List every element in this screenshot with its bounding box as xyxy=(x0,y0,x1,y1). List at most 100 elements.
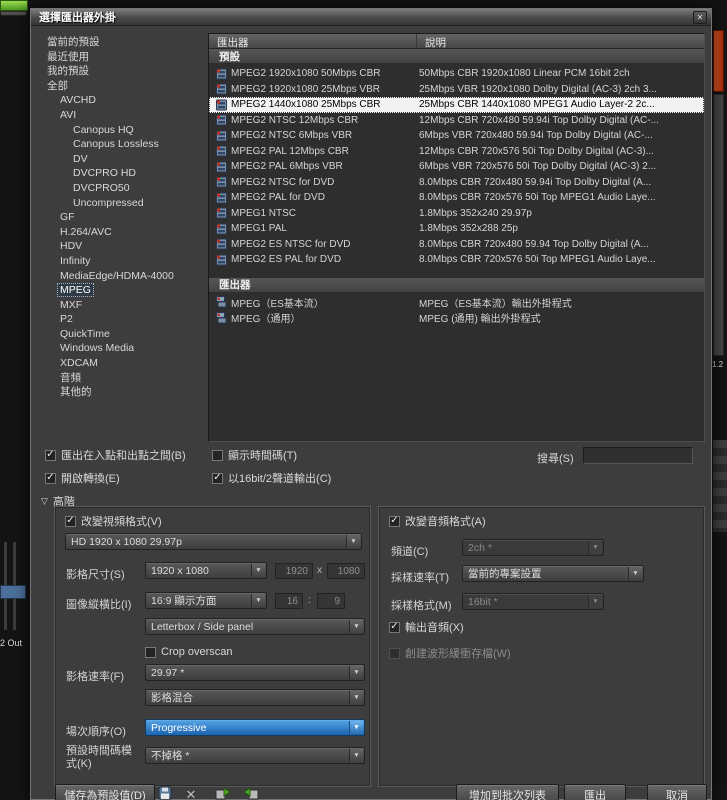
tree-item[interactable]: H.264/AVC xyxy=(39,225,205,240)
tree-item[interactable]: HDV xyxy=(39,239,205,254)
tree-item[interactable]: AVCHD xyxy=(39,93,205,108)
checkbox-box: ✓ xyxy=(45,450,56,461)
preset-row[interactable]: MPEG2 ES PAL for DVD 8.0Mbps CBR 720x576… xyxy=(209,252,704,268)
tree-item[interactable]: Windows Media xyxy=(39,341,205,356)
tree-item[interactable]: 全部 xyxy=(39,79,205,94)
save-disk-button[interactable] xyxy=(153,785,177,800)
checkbox-output-16bit-2ch[interactable]: ✓ 以16bit/2聲道輸出(C) xyxy=(212,471,331,485)
tree-item[interactable]: XDCAM xyxy=(39,356,205,371)
frame-width-field: 1920 xyxy=(275,563,313,579)
tree-item[interactable]: 最近使用 xyxy=(39,50,205,65)
preset-row[interactable]: MPEG1 NTSC 1.8Mbps 352x240 29.97p xyxy=(209,206,704,222)
tree-item[interactable]: 當前的預設 xyxy=(39,35,205,50)
tree-item[interactable]: DVCPRO50 xyxy=(39,181,205,196)
sample-format-combo[interactable]: 16bit * ▼ xyxy=(462,593,604,610)
chevron-down-icon: ▼ xyxy=(588,595,602,608)
tree-item-label: Uncompressed xyxy=(71,197,146,209)
tree-item-label: P2 xyxy=(58,313,75,325)
close-button[interactable]: ✕ xyxy=(693,11,707,24)
chevron-down-icon: ▼ xyxy=(349,749,363,762)
video-format-preset-combo[interactable]: HD 1920 x 1080 29.97p ▼ xyxy=(65,533,362,550)
search-input[interactable] xyxy=(583,447,693,464)
preset-row[interactable]: MPEG2 ES NTSC for DVD 8.0Mbps CBR 720x48… xyxy=(209,237,704,253)
tree-item[interactable]: 我的預設 xyxy=(39,64,205,79)
aspect-ratio-combo[interactable]: 16:9 顯示方面 ▼ xyxy=(145,592,267,609)
frame-size-combo[interactable]: 1920 x 1080 ▼ xyxy=(145,562,267,579)
tree-item-label: QuickTime xyxy=(58,328,112,340)
delete-preset-button[interactable]: ✕ xyxy=(179,785,203,800)
preset-row[interactable]: MPEG2 PAL 12Mbps CBR 12Mbps CBR 720x576 … xyxy=(209,144,704,160)
preset-row[interactable]: MPEG1 PAL 1.8Mbps 352x288 25p xyxy=(209,221,704,237)
dialog-titlebar[interactable]: 選擇匯出器外掛 ✕ xyxy=(31,9,711,26)
chevron-down-icon: ▼ xyxy=(346,535,360,548)
tree-item-label: H.264/AVC xyxy=(58,226,114,238)
check-icon: ✓ xyxy=(46,450,54,460)
timeline-clip[interactable] xyxy=(0,0,28,11)
preset-name: MPEG1 PAL xyxy=(231,223,287,234)
checkbox-box: ✓ xyxy=(389,516,400,527)
tree-item[interactable]: Uncompressed xyxy=(39,196,205,211)
combo-value: 16bit * xyxy=(468,596,498,608)
frame-blend-combo[interactable]: 影格混合 ▼ xyxy=(145,689,365,706)
aspect-ratio-label: 圖像縱橫比(I) xyxy=(66,596,131,612)
exporter-row[interactable]: MPEG（通用） MPEG (通用) 輸出外掛程式 xyxy=(209,310,704,326)
tree-item[interactable]: Canopus Lossless xyxy=(39,137,205,152)
tree-item[interactable]: 音頻 xyxy=(39,371,205,386)
timeline-clip[interactable] xyxy=(0,585,26,599)
column-header-exporter[interactable]: 匯出器 xyxy=(209,34,417,48)
checkbox-crop-overscan[interactable]: ✓ Crop overscan xyxy=(145,645,233,659)
chevron-down-icon: ▼ xyxy=(251,594,265,607)
preset-description: 12Mbps CBR 720x480 59.94i Top Dolby Digi… xyxy=(417,115,704,126)
tree-item[interactable]: DV xyxy=(39,152,205,167)
group-header-presets: 預設 xyxy=(209,49,704,64)
checkbox-display-timecode[interactable]: ✓ 顯示時間碼(T) xyxy=(212,448,297,462)
preset-row[interactable]: MPEG2 NTSC for DVD 8.0Mbps CBR 720x480 5… xyxy=(209,175,704,191)
tree-item[interactable]: Infinity xyxy=(39,254,205,269)
preset-row[interactable]: MPEG2 PAL 6Mbps VBR 6Mbps VBR 720x576 50… xyxy=(209,159,704,175)
tree-item[interactable]: AVI xyxy=(39,108,205,123)
channel-combo[interactable]: 2ch * ▼ xyxy=(462,539,604,556)
export-preset-button[interactable] xyxy=(211,785,235,800)
tree-item[interactable]: MXF xyxy=(39,298,205,313)
preset-name: MPEG2 NTSC for DVD xyxy=(231,177,334,188)
tree-item[interactable]: 其他的 xyxy=(39,385,205,400)
frame-rate-combo[interactable]: 29.97 * ▼ xyxy=(145,664,365,681)
button-label: 匯出 xyxy=(584,787,606,800)
import-preset-button[interactable] xyxy=(239,785,263,800)
field-order-combo[interactable]: Progressive ▼ xyxy=(145,719,365,736)
save-preset-button[interactable]: 儲存為預設值(D) xyxy=(55,784,155,800)
checkbox-label: 改變視頻格式(V) xyxy=(81,513,162,529)
letterbox-combo[interactable]: Letterbox / Side panel ▼ xyxy=(145,618,365,635)
sample-rate-combo[interactable]: 當前的專案設置 ▼ xyxy=(462,565,644,582)
tree-item[interactable]: MediaEdge/HDMA-4000 xyxy=(39,269,205,284)
exporter-row[interactable]: MPEG（ES基本流） MPEG（ES基本流）輸出外掛程式 xyxy=(209,295,704,311)
checkbox-change-audio-format[interactable]: ✓ 改變音頻格式(A) xyxy=(389,514,486,528)
tree-item[interactable]: QuickTime xyxy=(39,327,205,342)
preset-row[interactable]: MPEG2 1440x1080 25Mbps CBR 25Mbps CBR 14… xyxy=(209,97,704,113)
combo-value: 當前的專案設置 xyxy=(468,566,542,581)
preset-row[interactable]: MPEG2 1920x1080 50Mbps CBR 50Mbps CBR 19… xyxy=(209,66,704,82)
column-header-description[interactable]: 說明 xyxy=(417,34,704,48)
combo-value: HD 1920 x 1080 29.97p xyxy=(71,536,182,548)
preset-row[interactable]: MPEG2 1920x1080 25Mbps VBR 25Mbps VBR 19… xyxy=(209,82,704,98)
cancel-button[interactable]: 取消 xyxy=(647,784,707,800)
add-to-batch-button[interactable]: 增加到批次列表 xyxy=(456,784,559,800)
tree-item[interactable]: MPEG xyxy=(39,283,205,298)
checkbox-export-between-inout[interactable]: ✓ 匯出在入點和出點之間(B) xyxy=(45,448,186,462)
export-button[interactable]: 匯出 xyxy=(564,784,626,800)
scrollbar-track[interactable] xyxy=(713,94,724,356)
preset-row[interactable]: MPEG2 PAL for DVD 8.0Mbps CBR 720x576 50… xyxy=(209,190,704,206)
tree-item[interactable]: P2 xyxy=(39,312,205,327)
preset-row[interactable]: MPEG2 NTSC 12Mbps CBR 12Mbps CBR 720x480… xyxy=(209,113,704,129)
tree-item[interactable]: Canopus HQ xyxy=(39,123,205,138)
tree-item[interactable]: GF xyxy=(39,210,205,225)
combo-value: 2ch * xyxy=(468,542,492,554)
tc-mode-combo[interactable]: 不掉格 * ▼ xyxy=(145,747,365,764)
checkbox-output-audio[interactable]: ✓ 輸出音頻(X) xyxy=(389,620,464,634)
tree-item[interactable]: DVCPRO HD xyxy=(39,166,205,181)
checkbox-change-video-format[interactable]: ✓ 改變視頻格式(V) xyxy=(65,514,162,528)
checkbox-enable-conversion[interactable]: ✓ 開啟轉換(E) xyxy=(45,471,120,485)
category-tree: 當前的預設 最近使用 我的預設 全部 AVCHD AVI Canopus HQ … xyxy=(39,35,205,441)
checkbox-create-waveform-cache[interactable]: ✓ 創建波形緩衝存檔(W) xyxy=(389,646,511,660)
preset-row[interactable]: MPEG2 NTSC 6Mbps VBR 6Mbps VBR 720x480 5… xyxy=(209,128,704,144)
